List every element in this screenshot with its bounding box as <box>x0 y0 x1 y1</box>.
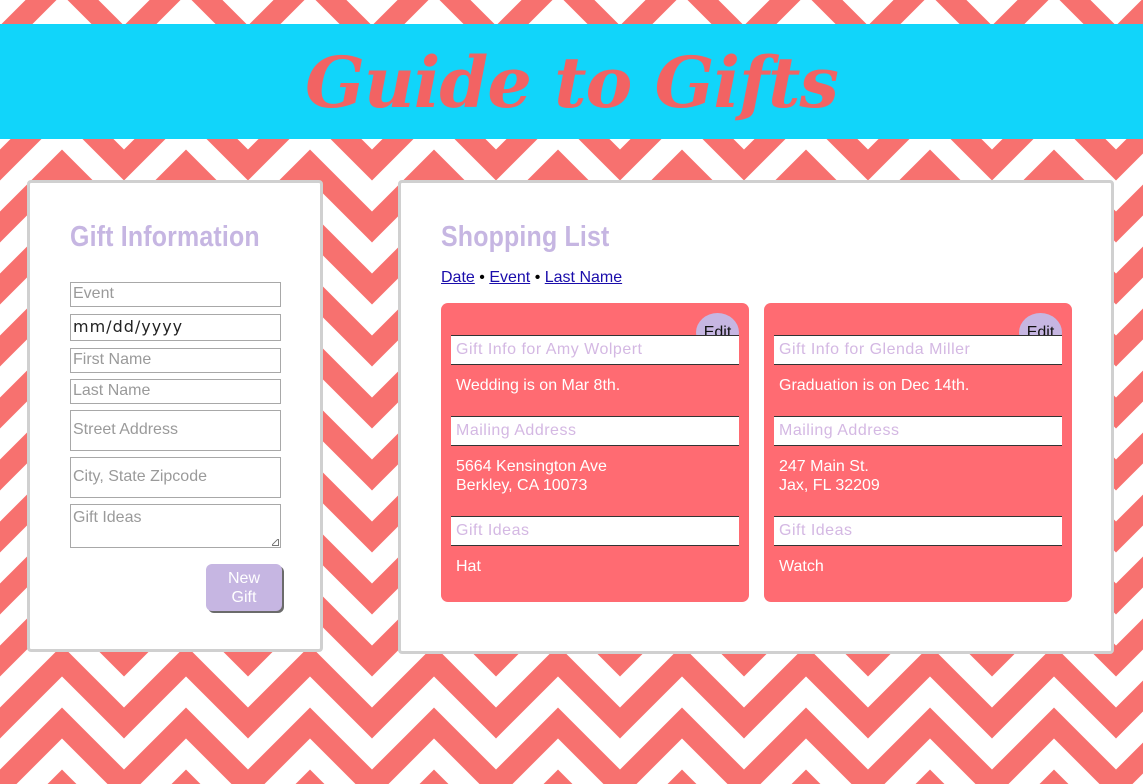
new-gift-button[interactable]: New Gift <box>206 564 282 611</box>
last-name-input[interactable]: Last Name <box>70 379 281 404</box>
sort-separator: • <box>479 269 485 286</box>
gift-ideas-text: Watch <box>779 558 824 575</box>
address-line-1: 247 Main St. <box>779 458 869 475</box>
mailing-address-header: Mailing Address <box>774 416 1062 446</box>
sort-separator: • <box>534 269 541 286</box>
site-title: Guide to Gifts <box>305 41 839 124</box>
event-text: Graduation is on Dec 14th. <box>779 377 970 394</box>
gift-ideas-textarea[interactable]: Gift Ideas <box>70 504 281 548</box>
shopping-list-heading: Shopping List <box>441 221 610 253</box>
mailing-address-header: Mailing Address <box>451 416 739 446</box>
site-header: Guide to Gifts <box>0 24 1143 139</box>
gift-card: Edit Gift Info for Amy Wolpert Wedding i… <box>441 303 749 602</box>
sort-by-last-name-link[interactable]: Last Name <box>545 269 622 286</box>
gift-ideas-header: Gift Ideas <box>451 516 739 546</box>
gift-info-header: Gift Info for Amy Wolpert <box>451 335 739 365</box>
street-address-input[interactable]: Street Address <box>70 410 281 451</box>
gift-ideas-text: Hat <box>456 558 481 575</box>
address-line-2: Berkley, CA 10073 <box>456 477 588 494</box>
resize-handle-icon[interactable] <box>272 539 279 546</box>
gift-information-heading: Gift Information <box>70 221 260 253</box>
city-state-zip-input[interactable]: City, State Zipcode <box>70 457 281 498</box>
gift-information-panel: Gift Information Event mm/dd/yyyy First … <box>27 180 323 652</box>
date-input[interactable]: mm/dd/yyyy <box>70 314 281 341</box>
sort-by-event-link[interactable]: Event <box>489 269 530 286</box>
event-input[interactable]: Event <box>70 282 281 307</box>
gift-info-header: Gift Info for Glenda Miller <box>774 335 1062 365</box>
first-name-input[interactable]: First Name <box>70 348 281 373</box>
shopping-list-panel: Shopping List Date • Event • Last Name E… <box>398 180 1114 654</box>
new-gift-label-line2: Gift <box>231 589 257 606</box>
sort-links: Date • Event • Last Name <box>441 269 622 287</box>
address-line-2: Jax, FL 32209 <box>779 477 880 494</box>
gift-card: Edit Gift Info for Glenda Miller Graduat… <box>764 303 1072 602</box>
sort-by-date-link[interactable]: Date <box>441 269 475 286</box>
gift-ideas-header: Gift Ideas <box>774 516 1062 546</box>
new-gift-label-line1: New <box>227 570 260 587</box>
address-line-1: 5664 Kensington Ave <box>456 458 607 475</box>
gift-ideas-placeholder: Gift Ideas <box>73 509 142 526</box>
event-text: Wedding is on Mar 8th. <box>456 377 621 394</box>
